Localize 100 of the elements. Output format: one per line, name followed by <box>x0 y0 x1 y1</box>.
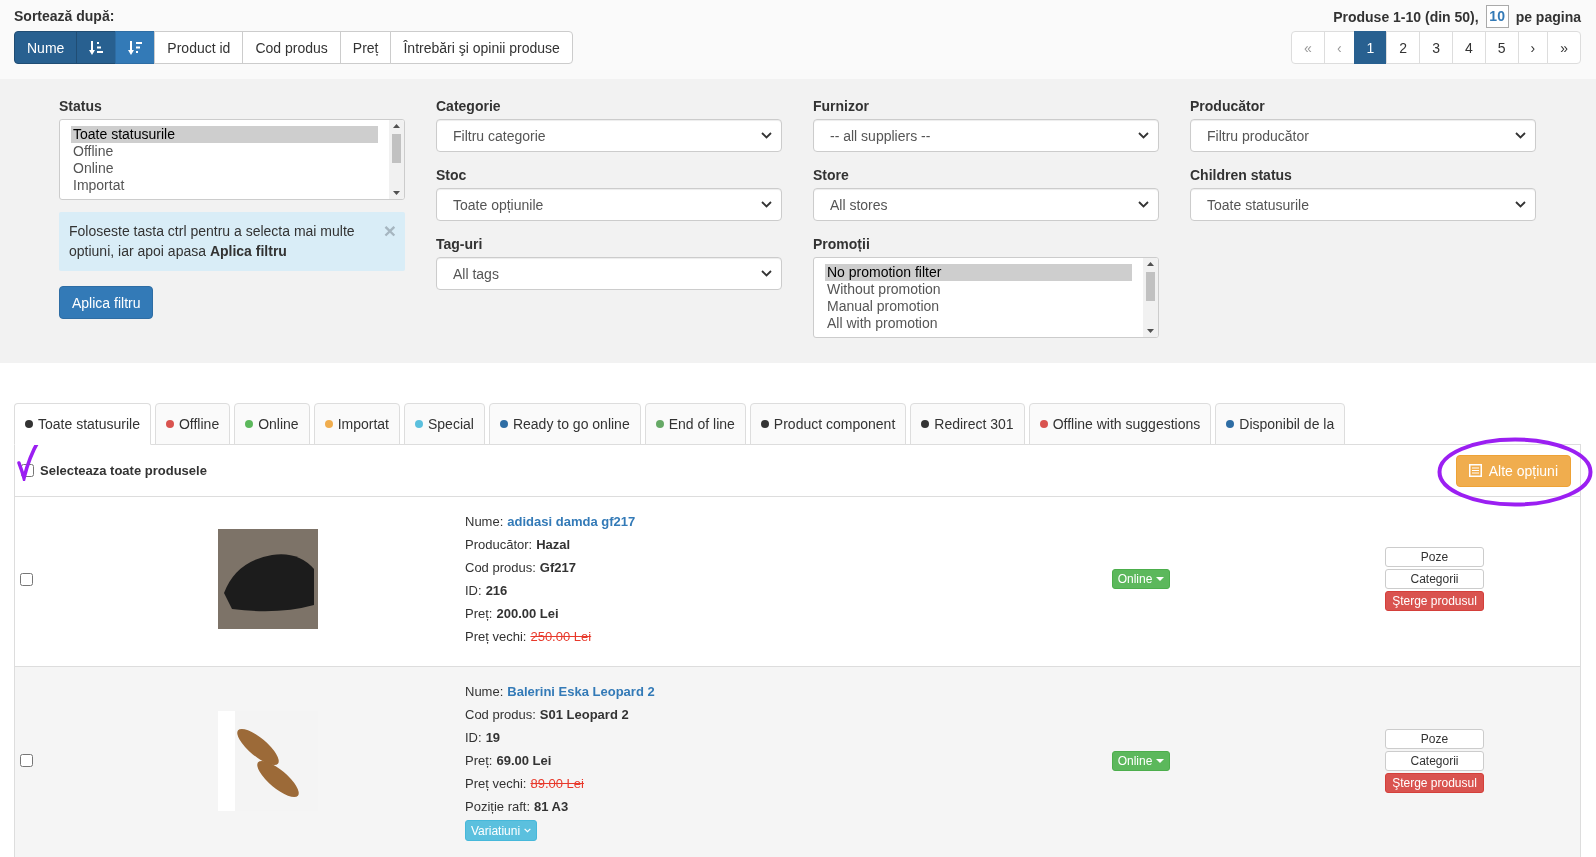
field-label: Cod produs: <box>465 707 536 722</box>
chevron-down-icon <box>761 132 772 139</box>
action-button[interactable]: Poze <box>1385 728 1484 749</box>
status-tab[interactable]: Online <box>234 403 310 445</box>
field-value: 200.00 Lei <box>496 606 559 621</box>
row-checkbox[interactable] <box>20 572 33 586</box>
filter-label: Store <box>813 166 850 185</box>
field-value: Gf217 <box>539 560 576 575</box>
listbox[interactable]: Toate statusurile Offline Online Importat <box>59 119 405 200</box>
select-field[interactable]: All stores <box>813 188 1159 221</box>
listbox[interactable]: No promotion filter Without promotion Manual promotion All with promotion <box>813 257 1159 338</box>
listbox-option[interactable]: Online <box>71 160 378 177</box>
select-field[interactable]: All tags <box>436 257 782 290</box>
chevron-down-icon <box>761 270 772 277</box>
row-checkbox[interactable] <box>20 754 33 767</box>
page-button[interactable]: 3 <box>1419 31 1453 64</box>
status-tab[interactable]: End of line <box>644 403 746 445</box>
field-label: Producător: <box>465 537 533 552</box>
scrollbar[interactable] <box>389 120 404 199</box>
status-tab[interactable]: Product component <box>749 403 907 445</box>
sort-ascending-icon <box>89 40 104 55</box>
page-button[interactable]: 5 <box>1484 31 1519 64</box>
chevron-down-icon <box>1515 201 1526 208</box>
field-value: Hazal <box>536 537 571 552</box>
chevron-down-icon <box>1138 201 1149 208</box>
delete-button[interactable]: Şterge produsul <box>1385 591 1484 611</box>
page-button[interactable]: 1 <box>1353 31 1388 64</box>
status-tab[interactable]: Ready to go online <box>488 403 641 445</box>
delete-button[interactable]: Şterge produsul <box>1385 772 1484 793</box>
field-label: ID: <box>465 730 482 745</box>
status-tab[interactable]: Importat <box>313 403 400 445</box>
filter-label: Tag-uri <box>436 235 484 254</box>
sort-ascending-button[interactable] <box>76 31 117 64</box>
select-field[interactable]: Filtru producător <box>1190 119 1536 152</box>
apply-filter-button[interactable]: Aplica filtru <box>59 286 154 319</box>
product-name-link[interactable]: Balerini Eska Leopard 2 <box>507 684 655 699</box>
field-label: Preț vechi: <box>465 629 527 644</box>
scrollbar[interactable] <box>1143 258 1158 337</box>
scroll-down-arrow-icon[interactable] <box>1147 329 1154 333</box>
scroll-up-arrow-icon[interactable] <box>393 124 400 128</box>
page-button[interactable]: » <box>1547 31 1581 64</box>
chevron-down-icon <box>524 828 532 833</box>
chevron-down-icon <box>761 201 772 208</box>
status-tab[interactable]: Special <box>404 403 485 445</box>
listbox-option[interactable]: All with promotion <box>825 315 1132 332</box>
scroll-down-arrow-icon[interactable] <box>393 191 400 195</box>
status-tab[interactable]: Disponibil de la <box>1215 403 1346 445</box>
sort-button[interactable]: Product id <box>154 31 244 64</box>
sort-button[interactable]: Întrebări şi opinii produse <box>390 31 573 64</box>
action-button[interactable]: Poze <box>1385 547 1484 567</box>
select-field[interactable]: Toate statusurile <box>1190 188 1536 221</box>
sort-label: Sortează după: <box>14 7 116 26</box>
list-icon <box>1468 464 1482 477</box>
listbox-option[interactable]: Toate statusurile <box>71 126 378 143</box>
field-label: Nume: <box>465 684 504 699</box>
per-page-label: pe pagina <box>1515 8 1581 25</box>
filter-label: Status <box>59 97 103 116</box>
filter-label: Promoții <box>813 235 871 254</box>
listbox-option[interactable]: No promotion filter <box>825 264 1132 281</box>
scrollbar-thumb[interactable] <box>1146 272 1155 301</box>
status-tab[interactable]: Offline with suggestions <box>1028 403 1212 445</box>
per-page-field[interactable]: 10 <box>1485 5 1509 28</box>
sort-button[interactable]: Cod produs <box>242 31 341 64</box>
field-value: 19 <box>485 730 501 745</box>
scrollbar-thumb[interactable] <box>392 134 401 163</box>
page-button[interactable]: 2 <box>1386 31 1421 64</box>
chevron-down-icon <box>1515 132 1526 139</box>
scroll-up-arrow-icon[interactable] <box>1147 262 1154 266</box>
status-tab[interactable]: Offline <box>154 403 231 445</box>
alert-text: Foloseste tasta ctrl pentru a selecta mai multe optiuni, iar apoi apasa Aplica filtru <box>69 222 356 261</box>
sort-button[interactable]: Nume <box>14 31 78 64</box>
listbox-option[interactable]: Without promotion <box>825 281 1132 298</box>
caret-icon <box>1156 577 1165 581</box>
filter-label: Categorie <box>436 97 502 116</box>
sort-descending-button[interactable] <box>115 31 156 64</box>
listbox-option[interactable]: Manual promotion <box>825 298 1132 315</box>
select-field[interactable]: Filtru categorie <box>436 119 782 152</box>
field-label: Preț: <box>465 606 493 621</box>
status-tab[interactable]: Toate statusurile <box>14 403 151 445</box>
action-button[interactable]: Categorii <box>1385 750 1484 771</box>
action-button[interactable]: Categorii <box>1385 569 1484 589</box>
sort-button[interactable]: Preț <box>339 31 392 64</box>
listbox-option[interactable]: Offline <box>71 143 378 160</box>
select-all-checkbox[interactable] <box>21 464 34 477</box>
listbox-option[interactable]: Importat <box>71 177 378 194</box>
field-value: S01 Leopard 2 <box>539 707 629 722</box>
select-all-label: Selecteaza toate produsele <box>40 463 208 478</box>
field-label: Nume: <box>465 514 504 529</box>
status-tab[interactable]: Redirect 301 <box>910 403 1025 445</box>
field-label: Cod produs: <box>465 560 536 575</box>
select-field[interactable]: -- all suppliers -- <box>813 119 1159 152</box>
field-value: 81 A3 <box>534 799 569 814</box>
field-value: 216 <box>485 583 508 598</box>
field-value: 69.00 Lei <box>496 753 552 768</box>
product-name-link[interactable]: adidasi damda gf217 <box>507 514 636 529</box>
page-button[interactable]: 4 <box>1451 31 1486 64</box>
sort-descending-icon <box>128 40 143 55</box>
filter-label: Stoc <box>436 166 468 185</box>
field-label: Preț: <box>465 753 493 768</box>
select-field[interactable]: Toate opțiunile <box>436 188 782 221</box>
